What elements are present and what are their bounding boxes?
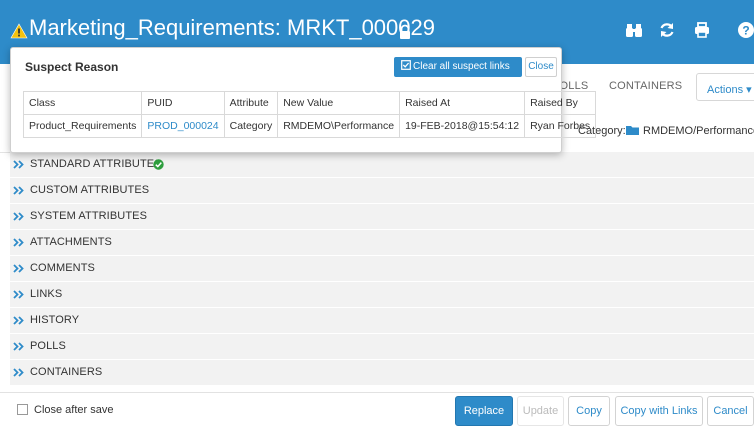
print-icon[interactable]	[692, 20, 712, 40]
section-label: POLLS	[30, 340, 66, 352]
category-value[interactable]: RMDEMO/Performance ▼	[643, 125, 754, 137]
double-chevron-icon	[13, 290, 24, 299]
table-cell: 19-FEB-2018@15:54:12	[399, 114, 526, 138]
lock-icon	[400, 24, 410, 39]
double-chevron-icon	[13, 238, 24, 247]
table-header-row: Class PUID Attribute New Value Raised At…	[22, 91, 597, 115]
section-label: CUSTOM ATTRIBUTES	[30, 184, 150, 196]
double-chevron-icon	[13, 212, 24, 221]
section-standard-attributes[interactable]: STANDARD ATTRIBUTES	[10, 152, 754, 178]
section-label: STANDARD ATTRIBUTES	[30, 158, 162, 170]
close-after-save-label: Close after save	[34, 404, 114, 416]
puid-link[interactable]: PROD_000024	[141, 114, 225, 138]
section-label: SYSTEM ATTRIBUTES	[30, 210, 148, 222]
refresh-icon[interactable]	[657, 20, 677, 40]
suspect-table: Class PUID Attribute New Value Raised At…	[22, 91, 597, 138]
column-header: Class	[22, 91, 143, 115]
cancel-button[interactable]: Cancel	[707, 396, 754, 426]
column-header: Raised At	[399, 91, 526, 115]
clear-suspect-links-label: Clear all suspect links	[413, 61, 510, 72]
column-header: PUID	[141, 91, 225, 115]
double-chevron-icon	[13, 264, 24, 273]
clear-suspect-links-button[interactable]: Clear all suspect links	[394, 57, 522, 77]
footer-bar: Close after save Replace Update Copy Cop…	[0, 392, 754, 429]
section-label: ATTACHMENTS	[30, 236, 112, 248]
section-label: LINKS	[30, 288, 63, 300]
copy-button[interactable]: Copy	[568, 396, 610, 426]
double-chevron-icon	[13, 186, 24, 195]
update-button[interactable]: Update	[517, 396, 564, 426]
checkbox-edit-icon	[401, 60, 411, 70]
section-history[interactable]: HISTORY	[10, 308, 754, 334]
section-list: STANDARD ATTRIBUTES CUSTOM ATTRIBUTES SY…	[10, 152, 754, 386]
warning-icon	[10, 23, 28, 39]
page-title: Marketing_Requirements: MRKT_000029	[29, 15, 435, 40]
folder-icon	[626, 126, 639, 135]
section-polls[interactable]: POLLS	[10, 334, 754, 360]
copy-with-links-button[interactable]: Copy with Links	[615, 396, 703, 426]
table-cell: RMDEMO\Performance	[277, 114, 401, 138]
section-label: CONTAINERS	[30, 366, 103, 378]
section-containers[interactable]: CONTAINERS	[10, 360, 754, 386]
section-comments[interactable]: COMMENTS	[10, 256, 754, 282]
double-chevron-icon	[13, 160, 24, 169]
table-row: Product_Requirements PROD_000024 Categor…	[22, 114, 597, 138]
binoculars-icon[interactable]	[624, 20, 644, 40]
help-icon[interactable]: ?	[736, 20, 754, 40]
suspect-reason-popup: Suspect Reason Clear all suspect links C…	[10, 47, 597, 153]
double-chevron-icon	[13, 368, 24, 377]
check-circle-icon	[153, 159, 164, 170]
tab-containers[interactable]: CONTAINERS	[609, 80, 682, 92]
table-cell: Product_Requirements	[22, 114, 143, 138]
table-cell: Category	[223, 114, 279, 138]
section-attachments[interactable]: ATTACHMENTS	[10, 230, 754, 256]
replace-button[interactable]: Replace	[455, 396, 513, 426]
double-chevron-icon	[13, 342, 24, 351]
popup-title: Suspect Reason	[25, 60, 119, 74]
section-label: COMMENTS	[30, 262, 95, 274]
section-custom-attributes[interactable]: CUSTOM ATTRIBUTES	[10, 178, 754, 204]
column-header: New Value	[277, 91, 401, 115]
column-header: Attribute	[223, 91, 279, 115]
section-links[interactable]: LINKS	[10, 282, 754, 308]
column-header: Raised By	[524, 91, 597, 115]
section-system-attributes[interactable]: SYSTEM ATTRIBUTES	[10, 204, 754, 230]
popup-close-button[interactable]: Close	[525, 57, 557, 77]
actions-dropdown[interactable]: Actions ▾	[696, 73, 754, 101]
close-after-save-checkbox[interactable]	[17, 404, 28, 415]
table-cell: Ryan Forbes	[524, 114, 597, 138]
svg-text:?: ?	[742, 24, 749, 38]
section-label: HISTORY	[30, 314, 80, 326]
double-chevron-icon	[13, 316, 24, 325]
